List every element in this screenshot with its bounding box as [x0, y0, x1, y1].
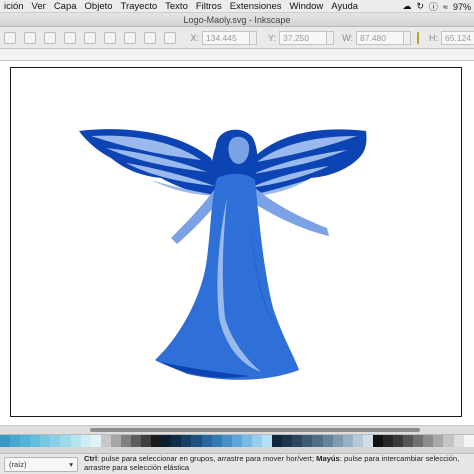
- raise-icon[interactable]: [164, 31, 176, 44]
- angel-artwork[interactable]: [11, 68, 461, 416]
- y-stepper[interactable]: [327, 30, 334, 45]
- y-field: Y: 37.250: [263, 30, 334, 45]
- chevron-down-icon: ▾: [69, 459, 73, 469]
- menu-extras: ☁ ↻ ⓘ ≈ 97%: [402, 0, 471, 13]
- layer-select-label: (raíz): [9, 459, 27, 469]
- menu-extensions[interactable]: Extensiones: [226, 0, 286, 13]
- w-stepper[interactable]: [404, 30, 411, 45]
- rotate-cw-icon[interactable]: [84, 31, 96, 44]
- h-field: H: 65.124: [425, 30, 474, 45]
- menu-help[interactable]: Ayuda: [327, 0, 362, 13]
- status-message: Ctrl: pulse para seleccionar en grupos, …: [84, 455, 468, 472]
- menu-text[interactable]: Texto: [161, 0, 192, 13]
- w-label: W:: [342, 32, 353, 43]
- cloud-icon[interactable]: ☁: [402, 1, 411, 12]
- w-field: W: 87.480: [340, 30, 411, 45]
- menu-object[interactable]: Objeto: [81, 0, 117, 13]
- h-input[interactable]: 65.124: [441, 30, 474, 45]
- color-palette: [0, 434, 474, 448]
- menu-filters[interactable]: Filtros: [192, 0, 226, 13]
- flip-vertical-icon[interactable]: [124, 31, 136, 44]
- flip-horizontal-icon[interactable]: [104, 31, 116, 44]
- x-stepper[interactable]: [250, 30, 257, 45]
- selector-toolbar: X: 134.445 Y: 37.250 W: 87.480 H: 65.124: [0, 27, 474, 49]
- raise-to-top-icon[interactable]: [144, 31, 156, 44]
- battery-label[interactable]: 97%: [453, 2, 471, 12]
- page-border: [10, 67, 462, 417]
- menu-bar: ición Ver Capa Objeto Trayecto Texto Fil…: [0, 0, 474, 13]
- menu-view[interactable]: Ver: [28, 0, 50, 13]
- wifi-icon[interactable]: ≈: [443, 2, 448, 12]
- menu-layer[interactable]: Capa: [50, 0, 81, 13]
- select-in-all-layers-icon[interactable]: [24, 31, 36, 44]
- rotate-ccw-icon[interactable]: [64, 31, 76, 44]
- status-bar: (raíz) ▾ Ctrl: pulse para seleccionar en…: [0, 453, 474, 474]
- drawing-canvas[interactable]: [0, 61, 474, 425]
- right-arm: [249, 186, 329, 236]
- menu-edit[interactable]: ición: [0, 0, 28, 13]
- horizontal-scrollbar[interactable]: [0, 425, 474, 434]
- horizontal-ruler[interactable]: [0, 49, 474, 61]
- select-all-icon[interactable]: [4, 31, 16, 44]
- right-wing: [247, 129, 367, 196]
- x-field: X: 134.445: [186, 30, 257, 45]
- shift-key-label: Mayús: [316, 454, 340, 464]
- deselect-icon[interactable]: [44, 31, 56, 44]
- x-input[interactable]: 134.445: [202, 30, 250, 45]
- layer-select[interactable]: (raíz) ▾: [4, 456, 78, 472]
- scrollbar-thumb[interactable]: [90, 428, 420, 432]
- w-input[interactable]: 87.480: [356, 30, 404, 45]
- y-input[interactable]: 37.250: [279, 30, 327, 45]
- x-label: X:: [190, 32, 199, 43]
- y-label: Y:: [267, 32, 276, 43]
- sync-icon[interactable]: ↻: [416, 1, 424, 12]
- menu-window[interactable]: Window: [286, 0, 328, 13]
- lock-icon[interactable]: [417, 31, 419, 44]
- h-label: H:: [429, 32, 438, 43]
- window-title: Logo-Maoly.svg - Inkscape: [0, 13, 474, 27]
- info-icon[interactable]: ⓘ: [429, 0, 438, 13]
- menu-path[interactable]: Trayecto: [117, 0, 162, 13]
- left-wing: [79, 129, 225, 196]
